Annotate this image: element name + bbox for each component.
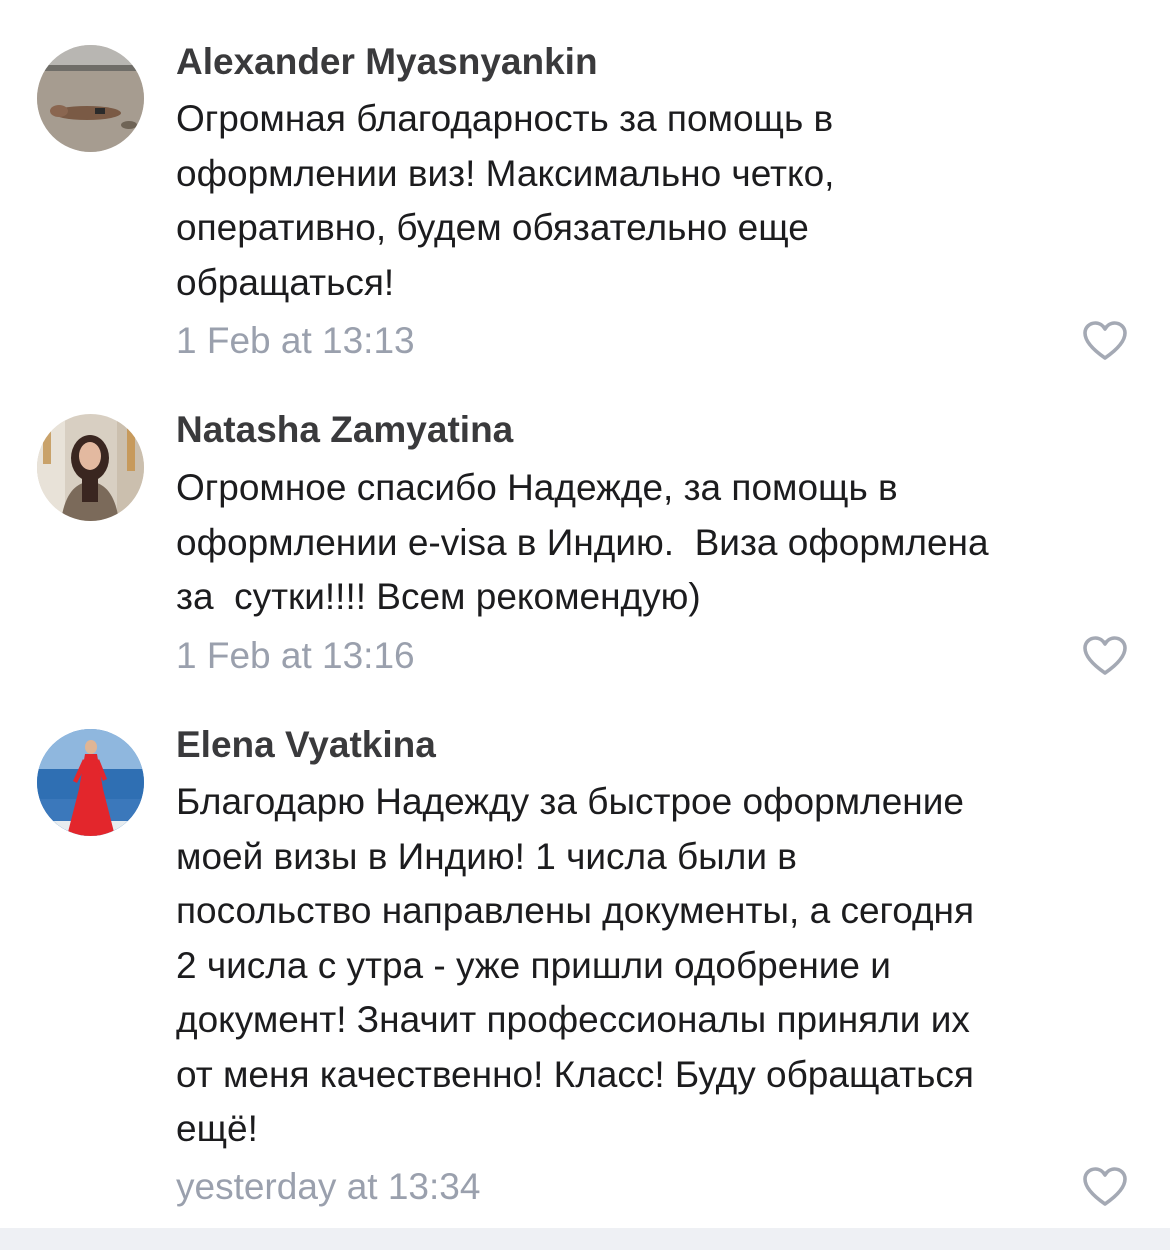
comment-author[interactable]: Alexander Myasnyankin	[176, 40, 598, 84]
comment-text-line: оперативно, будем обязательно еще	[176, 207, 809, 248]
comment-text-line: посольство направлены документы, а сегод…	[176, 890, 975, 931]
comment-text-line: 2 числа с утра - уже пришли одобрение и	[176, 944, 891, 986]
comment-text-line: Огромная благодарность за помощь в	[176, 98, 834, 139]
avatar-beach-photo	[37, 45, 144, 152]
like-button[interactable]	[1082, 635, 1128, 677]
avatar-red-dress-photo	[37, 729, 144, 836]
comment-text: Огромное спасибо Надежде, за помощь в оф…	[176, 461, 1156, 625]
comment-timestamp[interactable]: yesterday at 13:34	[176, 1165, 480, 1209]
heart-outline-icon	[1083, 636, 1127, 675]
heart-outline-icon	[1083, 321, 1127, 360]
comment-text-line: обращаться!	[176, 261, 395, 303]
avatar[interactable]	[37, 45, 144, 152]
bottom-divider-bar	[0, 1228, 1170, 1250]
comment-text-line: Огромное спасибо Надежде, за помощь в	[176, 467, 898, 508]
comment-text-line: моей визы в Индию! 1 числа были в	[176, 835, 797, 877]
comment-author[interactable]: Elena Vyatkina	[176, 723, 436, 767]
comment-text-line: оформлении e-visa в Индию. Виза оформлен…	[176, 521, 989, 563]
avatar-woman-photo	[37, 414, 144, 521]
like-button[interactable]	[1082, 1166, 1128, 1208]
comment-text-line: оформлении виз! Максимально четко,	[176, 152, 835, 194]
comment-text-line: документ! Значит профессионалы приняли и…	[176, 999, 970, 1040]
like-button[interactable]	[1082, 320, 1128, 362]
comment-author[interactable]: Natasha Zamyatina	[176, 408, 513, 452]
avatar[interactable]	[37, 729, 144, 836]
comment-text-line: за сутки!!!! Всем рекомендую)	[176, 576, 701, 617]
comment-text-line: от меня качественно! Класс! Буду обращат…	[176, 1053, 974, 1095]
comment-timestamp[interactable]: 1 Feb at 13:16	[176, 634, 415, 678]
comment-text: Огромная благодарность за помощь в оформ…	[176, 92, 1156, 310]
comment-text-line: Благодарю Надежду за быстрое оформление	[176, 781, 964, 822]
comment-text-line: ещё!	[176, 1108, 258, 1149]
avatar[interactable]	[37, 414, 144, 521]
comment-timestamp[interactable]: 1 Feb at 13:13	[176, 319, 415, 363]
comment-text: Благодарю Надежду за быстрое оформление …	[176, 775, 1156, 1157]
heart-outline-icon	[1083, 1167, 1127, 1206]
